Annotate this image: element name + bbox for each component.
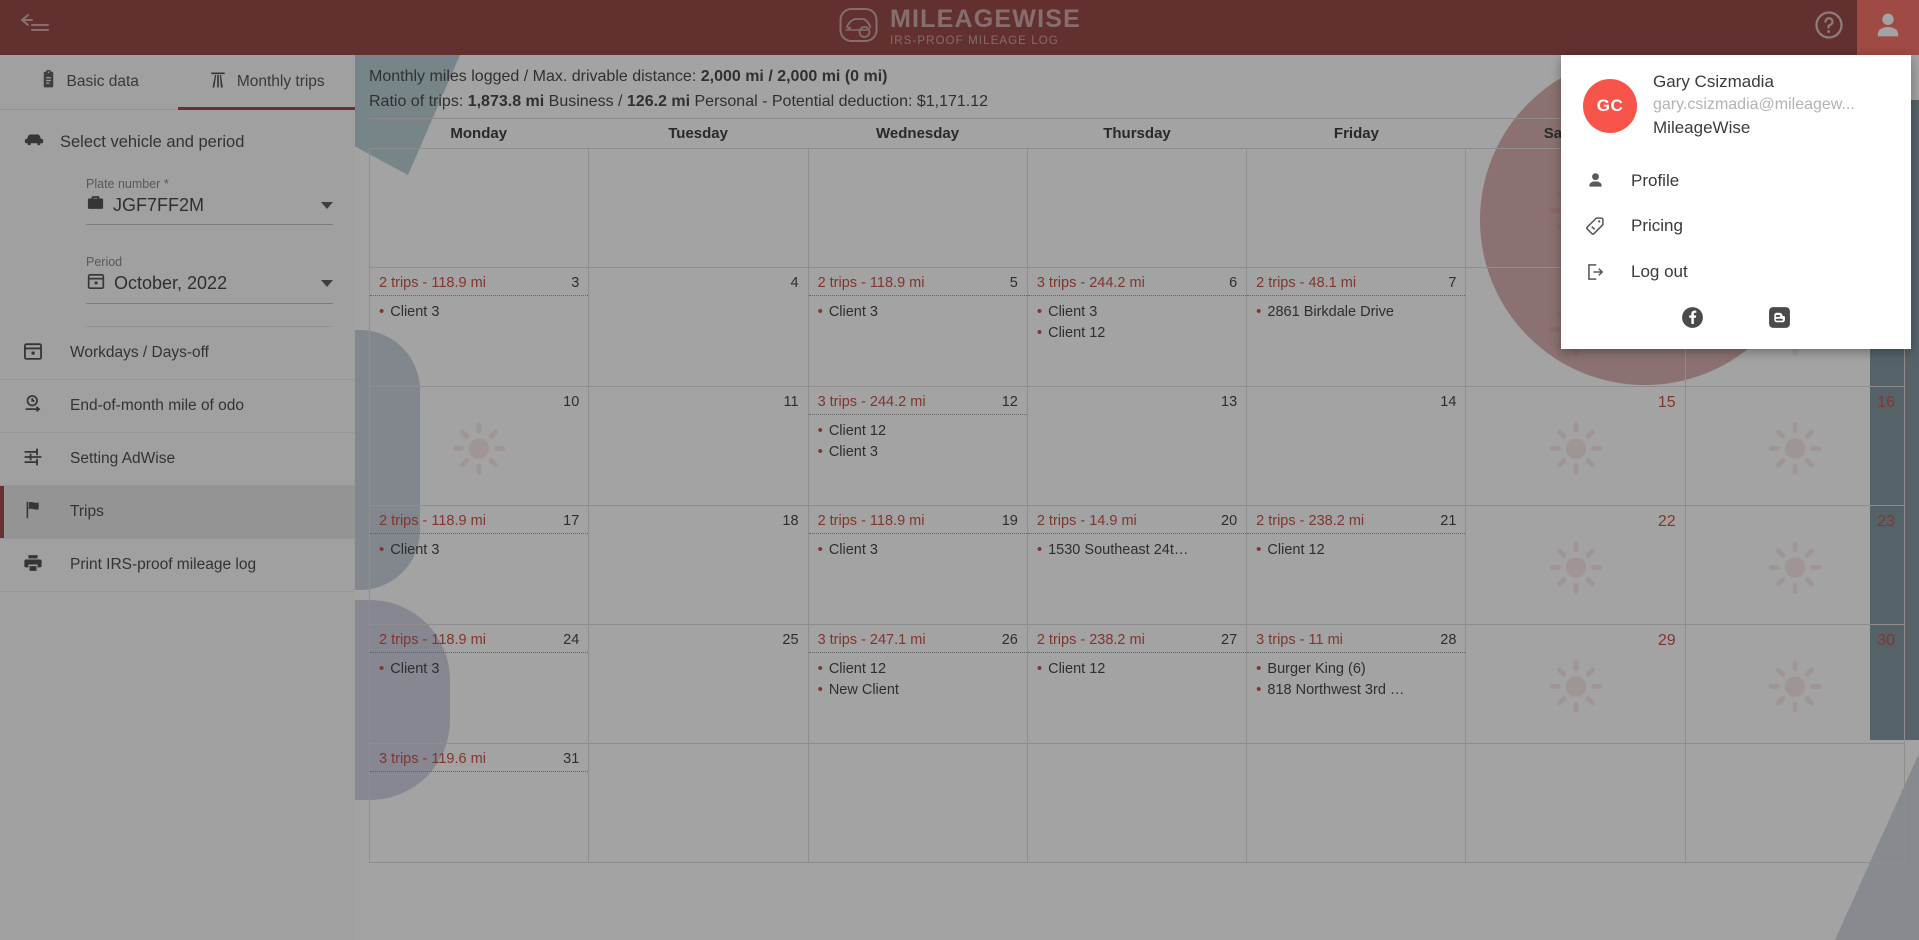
menu-item-profile-label: Profile (1631, 170, 1680, 190)
account-dropdown-menu: GC Gary Csizmadia gary.csizmadia@mileage… (1561, 55, 1911, 350)
person-icon (1583, 170, 1607, 191)
account-summary: GC Gary Csizmadia gary.csizmadia@mileage… (1561, 55, 1911, 158)
menu-item-logout-label: Log out (1631, 262, 1688, 282)
social-links (1561, 295, 1911, 341)
menu-item-pricing[interactable]: Pricing (1561, 203, 1911, 249)
facebook-icon[interactable] (1680, 305, 1705, 335)
app-root: MILEAGEWISE IRS-PROOF MILEAGE LOG Basic … (0, 0, 1919, 940)
blogger-icon[interactable] (1767, 305, 1792, 335)
tag-icon (1583, 215, 1607, 237)
account-email: gary.csizmadia@mileagew... (1653, 95, 1855, 113)
menu-item-profile[interactable]: Profile (1561, 158, 1911, 203)
account-organization: MileageWise (1653, 117, 1751, 137)
logout-icon (1583, 261, 1607, 283)
avatar: GC (1583, 78, 1637, 133)
account-name: Gary Csizmadia (1653, 72, 1774, 91)
menu-item-pricing-label: Pricing (1631, 216, 1683, 236)
menu-item-logout[interactable]: Log out (1561, 249, 1911, 295)
